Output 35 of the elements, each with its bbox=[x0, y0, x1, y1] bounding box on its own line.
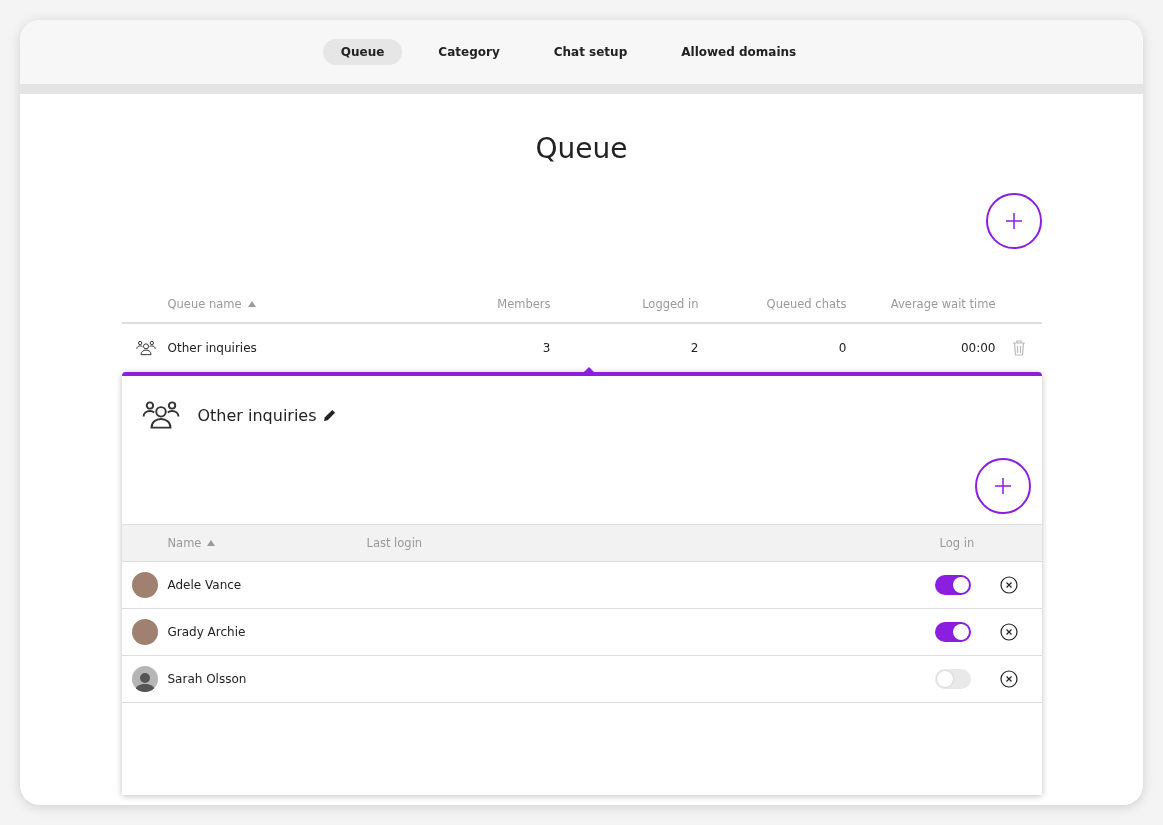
avatar-placeholder bbox=[131, 619, 158, 645]
plus-icon bbox=[993, 477, 1012, 495]
tab[interactable]: Chat setup bbox=[535, 39, 646, 65]
login-toggle[interactable] bbox=[934, 575, 971, 595]
avatar-placeholder bbox=[131, 572, 158, 598]
sort-ascending-icon bbox=[247, 301, 256, 307]
column-header[interactable]: Last login bbox=[366, 536, 920, 550]
people-icon bbox=[135, 338, 156, 358]
pencil-icon[interactable] bbox=[322, 408, 336, 422]
member-name: Sarah Olsson bbox=[167, 672, 248, 686]
sort-ascending-icon bbox=[207, 540, 216, 546]
column-header[interactable]: Queued chats bbox=[698, 297, 847, 311]
table-cell-text: 3 bbox=[541, 341, 551, 355]
column-header[interactable]: Average wait time bbox=[846, 297, 996, 311]
column-header[interactable]: Members bbox=[417, 297, 551, 311]
member-name: Grady Archie bbox=[167, 625, 247, 639]
plus-icon bbox=[1004, 212, 1023, 230]
column-header[interactable]: Logged in bbox=[550, 297, 699, 311]
page-title: Queue bbox=[534, 132, 629, 165]
tab[interactable]: Allowed domains bbox=[663, 39, 815, 65]
avatar-silhouette bbox=[131, 666, 158, 692]
table-cell-text: 2 bbox=[689, 341, 699, 355]
tab[interactable]: Category bbox=[420, 39, 518, 65]
tab[interactable]: Queue bbox=[322, 39, 403, 65]
table-cell-text: 0 bbox=[837, 341, 847, 355]
member-name: Adele Vance bbox=[167, 578, 243, 592]
add-member-button[interactable] bbox=[974, 458, 1031, 514]
table-cell-text: 00:00 bbox=[959, 341, 996, 355]
queue-title: Other inquiries bbox=[197, 405, 317, 425]
login-toggle[interactable] bbox=[934, 622, 971, 642]
login-toggle[interactable] bbox=[934, 669, 971, 689]
column-header[interactable]: Name bbox=[167, 536, 367, 550]
column-header[interactable]: Queue name bbox=[167, 297, 418, 311]
column-header[interactable]: Log in bbox=[919, 536, 1000, 550]
table-cell-text: Other inquiries bbox=[167, 341, 258, 355]
